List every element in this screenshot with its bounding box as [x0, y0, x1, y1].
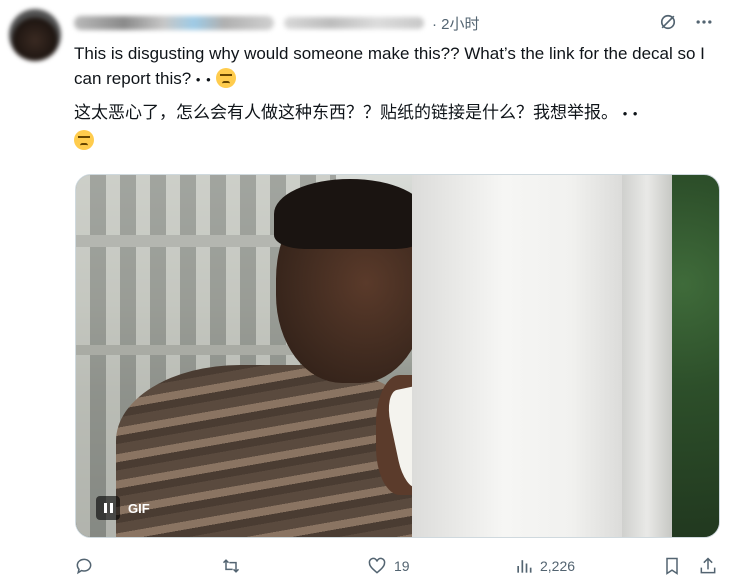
- retweet-button[interactable]: [220, 556, 248, 576]
- pause-icon: [103, 503, 107, 513]
- more-icon[interactable]: [694, 12, 714, 32]
- tweet-actions: 19 2,226: [74, 556, 720, 580]
- header-icons: [658, 12, 714, 32]
- handle-redacted[interactable]: [284, 17, 424, 29]
- display-name-redacted[interactable]: [74, 16, 274, 30]
- tweet-header: · 2小时: [74, 12, 714, 34]
- views-count: 2,226: [540, 558, 576, 574]
- reply-button[interactable]: [74, 556, 100, 576]
- heart-icon: [368, 557, 386, 574]
- tweet-text-english: This is disgusting why would someone mak…: [74, 41, 714, 92]
- angry-face-emoji-zh: [74, 130, 94, 151]
- dots-emoji: • •: [195, 72, 212, 88]
- like-count: 19: [394, 558, 410, 574]
- gif-pillar-right: [622, 175, 672, 537]
- gif-badge: GIF: [90, 494, 156, 522]
- reply-icon: [76, 558, 92, 575]
- retweet-icon: [222, 559, 240, 573]
- views-button[interactable]: 2,226: [514, 556, 575, 576]
- bookmark-button[interactable]: [662, 556, 682, 576]
- pause-icon-bar: [109, 503, 113, 513]
- tweet-time[interactable]: · 2小时: [432, 13, 480, 34]
- tweet-text-english-body: This is disgusting why would someone mak…: [74, 44, 705, 88]
- gif-person-hair: [274, 179, 426, 249]
- gif-media[interactable]: GIF: [75, 174, 720, 538]
- angry-face-emoji: [216, 68, 237, 88]
- dots-emoji-zh: • •: [622, 106, 639, 122]
- views-icon: [517, 560, 532, 573]
- gif-pillar: [412, 175, 640, 537]
- pause-button[interactable]: [96, 496, 120, 520]
- share-icon: [700, 557, 716, 574]
- like-button[interactable]: 19: [366, 556, 410, 576]
- tweet-text-chinese: 这太恶心了，怎么会有人做这种东西？？贴纸的链接是什么？我想举报。 • •: [74, 99, 714, 154]
- share-button[interactable]: [698, 556, 718, 576]
- gif-label: GIF: [128, 500, 150, 516]
- grok-icon[interactable]: [658, 12, 678, 32]
- tweet-text-chinese-body: 这太恶心了，怎么会有人做这种东西？？贴纸的链接是什么？我想举报。: [74, 103, 618, 122]
- bookmark-icon: [666, 557, 678, 575]
- avatar[interactable]: [9, 9, 61, 61]
